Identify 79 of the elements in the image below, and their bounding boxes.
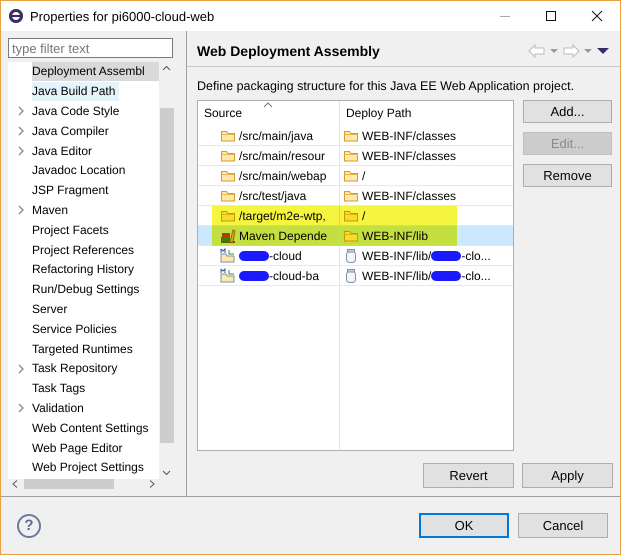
scribble-mark <box>431 270 462 280</box>
expand-chevron-icon[interactable] <box>17 146 25 156</box>
jar-icon <box>343 248 359 264</box>
description-text: Define packaging structure for this Java EE Web Application project. <box>197 79 576 93</box>
side-button[interactable]: Add... <box>523 100 612 123</box>
nav-item[interactable]: Project References <box>32 240 138 260</box>
table-cell: Maven Depende <box>239 228 328 242</box>
scribble-mark <box>239 250 269 260</box>
app-icon <box>8 8 24 24</box>
nav-item[interactable]: JSP Fragment <box>32 181 112 200</box>
page-button[interactable]: Revert <box>423 463 514 488</box>
nav-item[interactable]: Java Code Style <box>32 102 124 121</box>
expand-chevron-icon[interactable] <box>17 126 25 136</box>
table-cell: WEB-INF/classes <box>362 128 456 142</box>
scroll-thumb[interactable] <box>160 108 174 443</box>
table-cell: /target/m2e-wtp, <box>239 208 326 222</box>
help-icon[interactable]: ? <box>17 514 41 538</box>
column-header[interactable]: Deploy Path <box>340 101 513 126</box>
nav-item[interactable]: Java Compiler <box>32 122 113 141</box>
project-icon <box>220 248 236 264</box>
nav-item[interactable]: Validation <box>32 398 88 418</box>
side-button[interactable]: Remove <box>523 164 612 187</box>
table-row[interactable]: -cloud WEB-INF/lib/ -clo... <box>198 246 513 266</box>
nav-item[interactable]: Java Build Path <box>32 82 120 102</box>
nav-item[interactable]: Web Content Settings <box>32 418 153 438</box>
nav-item[interactable]: Web Page Editor <box>32 438 126 458</box>
nav-item[interactable]: Targeted Runtimes <box>32 340 137 359</box>
nav-item[interactable]: Run/Debug Settings <box>32 280 144 300</box>
expand-chevron-icon[interactable] <box>17 205 25 216</box>
table-cell: /src/test/java <box>239 188 306 202</box>
table-cell: -cloud-ba <box>269 268 320 282</box>
dialog-button[interactable]: Cancel <box>518 513 608 538</box>
table-cell: -cloud <box>269 248 302 262</box>
table-cell: WEB-INF/lib/ <box>362 268 432 282</box>
nav-item[interactable]: Server <box>32 300 72 319</box>
nav-item[interactable]: Project Facets <box>32 220 113 240</box>
scribble-mark <box>431 250 462 260</box>
expand-chevron-icon[interactable] <box>17 403 25 414</box>
scroll-thumb[interactable] <box>24 479 114 489</box>
expand-chevron-icon[interactable] <box>17 106 25 116</box>
jar-icon <box>343 268 359 284</box>
nav-item[interactable]: Refactoring History <box>32 260 138 280</box>
nav-item[interactable]: Task Repository <box>32 359 122 378</box>
column-header[interactable]: Source <box>198 101 340 126</box>
table-cell: WEB-INF/lib <box>362 228 428 242</box>
nav-item[interactable]: Deployment Assembl <box>32 62 159 82</box>
forward-arrow-icon[interactable] <box>562 44 580 58</box>
back-arrow-icon[interactable] <box>528 44 546 58</box>
nav-item[interactable]: Javadoc Location <box>32 161 130 180</box>
sort-icon[interactable] <box>263 102 273 108</box>
table-row[interactable]: /src/main/webap / <box>198 166 513 186</box>
table-cell: WEB-INF/lib/ <box>362 248 432 262</box>
table-cell: WEB-INF/classes <box>362 188 456 202</box>
nav-item[interactable]: Task Tags <box>32 379 90 398</box>
nav-item[interactable]: Web Project Settings <box>32 458 148 478</box>
table-cell: -clo... <box>461 268 491 282</box>
table-row[interactable]: /src/main/resour WEB-INF/classes <box>198 146 513 166</box>
nav-item[interactable]: Service Policies <box>32 320 121 339</box>
page-title: Web Deployment Assembly <box>197 42 381 58</box>
table-row[interactable]: -cloud-ba WEB-INF/lib/ -clo... <box>198 266 513 286</box>
table-cell: WEB-INF/classes <box>362 148 456 162</box>
table-cell: /src/main/java <box>239 128 314 142</box>
table-cell: /src/main/webap <box>239 168 326 182</box>
table-cell: /src/main/resour <box>239 148 326 162</box>
table-row[interactable]: Maven Depende WEB-INF/lib <box>198 226 513 246</box>
expand-chevron-icon[interactable] <box>17 364 25 374</box>
table-cell: / <box>362 168 366 182</box>
filter-field[interactable]: type filter text <box>8 38 173 58</box>
project-icon <box>220 268 236 284</box>
table-row[interactable]: /target/m2e-wtp, / <box>198 206 513 226</box>
table-cell: / <box>362 208 366 222</box>
dialog-button[interactable]: OK <box>419 513 509 538</box>
table-cell: -clo... <box>461 248 491 262</box>
page-button[interactable]: Apply <box>522 463 613 488</box>
scribble-mark <box>239 270 269 280</box>
nav-item[interactable]: Maven <box>32 200 72 220</box>
table-row[interactable]: /src/main/java WEB-INF/classes <box>198 126 513 146</box>
window-title: Properties for pi6000-cloud-web <box>30 8 216 24</box>
nav-item[interactable]: Java Editor <box>32 142 96 161</box>
